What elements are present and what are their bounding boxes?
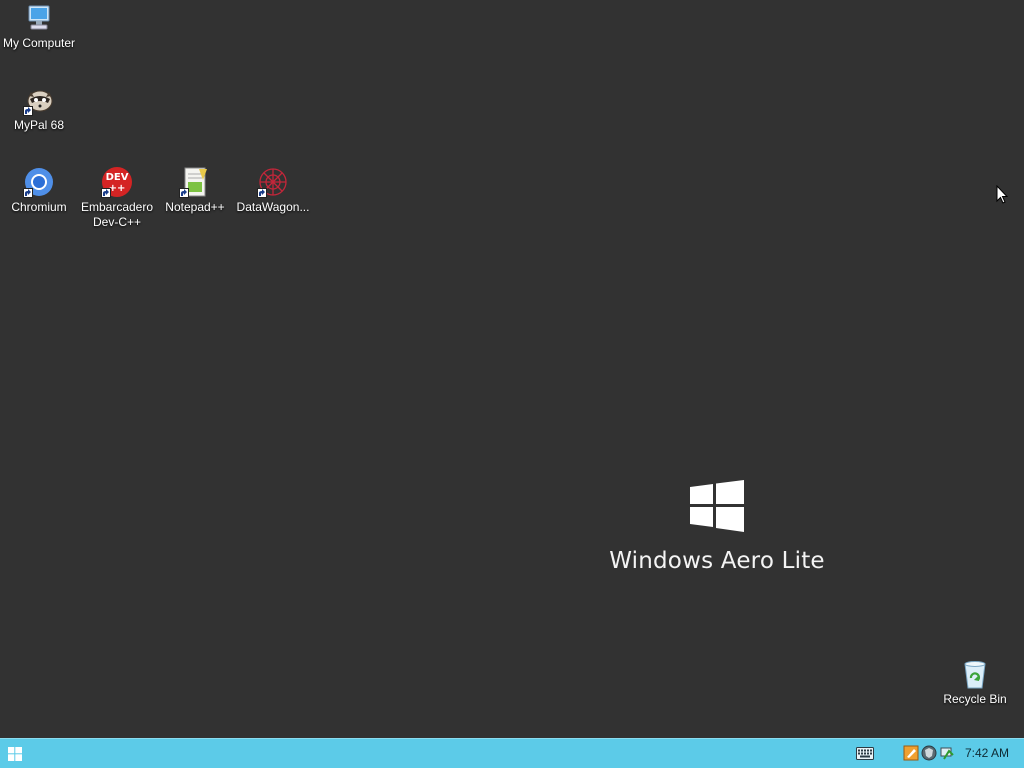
- recycle-bin-icon: [959, 658, 991, 690]
- network-icon[interactable]: [939, 745, 955, 761]
- icon-label: DataWagon...: [236, 200, 310, 214]
- branding-text: Windows Aero Lite: [609, 548, 825, 574]
- icon-label: Notepad++: [165, 200, 225, 214]
- shortcut-arrow-icon: [23, 188, 33, 198]
- devcpp-icon: DEV ++: [101, 166, 133, 198]
- windows-start-icon: [8, 746, 22, 761]
- svg-text:++: ++: [109, 183, 126, 194]
- devcpp-shortcut[interactable]: DEV ++ Embarcadero Dev-C++: [78, 166, 156, 230]
- my-computer-shortcut[interactable]: My Computer: [0, 2, 78, 51]
- mypal-shortcut[interactable]: MyPal 68: [0, 84, 78, 133]
- chromium-shortcut[interactable]: Chromium: [0, 166, 78, 215]
- shortcut-arrow-icon: [257, 188, 267, 198]
- icon-label: My Computer: [2, 36, 76, 50]
- icon-label: MyPal 68: [13, 118, 65, 132]
- taskbar-clock[interactable]: 7:42 AM: [958, 739, 1016, 768]
- shortcut-arrow-icon: [101, 188, 111, 198]
- computer-icon: [23, 2, 55, 34]
- icon-label: Chromium: [11, 200, 67, 214]
- keyboard-icon[interactable]: [856, 747, 874, 760]
- icon-label: Recycle Bin: [943, 692, 1007, 706]
- security-shield-icon[interactable]: [921, 745, 937, 761]
- desktop[interactable]: My Computer MyPal 68 Chromium DEV ++ Emb…: [0, 0, 1024, 738]
- chromium-icon: [23, 166, 55, 198]
- notepad-icon: [179, 166, 211, 198]
- shortcut-arrow-icon: [179, 188, 189, 198]
- icon-label: Embarcadero Dev-C++: [80, 200, 154, 229]
- notepadpp-shortcut[interactable]: Notepad++: [156, 166, 234, 215]
- datawagon-shortcut[interactable]: DataWagon...: [234, 166, 312, 215]
- windows-logo-icon: [688, 478, 746, 534]
- shortcut-arrow-icon: [23, 106, 33, 116]
- raccoon-icon: [23, 84, 55, 116]
- svg-text:DEV: DEV: [106, 172, 129, 183]
- recycle-bin-shortcut[interactable]: Recycle Bin: [936, 658, 1014, 707]
- datawagon-icon: [257, 166, 289, 198]
- branding-watermark: Windows Aero Lite: [600, 478, 834, 574]
- mouse-cursor-icon: [996, 184, 1009, 205]
- taskbar: 7:42 AM: [0, 738, 1024, 768]
- start-button[interactable]: [0, 739, 30, 768]
- notepad-tray-icon[interactable]: [903, 745, 919, 761]
